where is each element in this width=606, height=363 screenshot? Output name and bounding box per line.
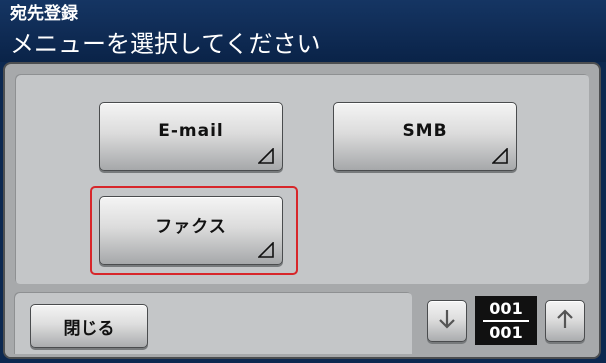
page-counter: 001 001 [475, 296, 537, 345]
arrow-down-icon [437, 308, 457, 334]
footer-bar: 閉じる 001 001 [5, 288, 599, 357]
screen-subtitle: 宛先登録 [10, 4, 78, 24]
email-button-label: E-mail [158, 120, 224, 141]
fax-button[interactable]: ファクス [99, 196, 283, 265]
page-divider [483, 319, 529, 322]
page-current: 001 [489, 298, 523, 318]
footer-tab: 閉じる [14, 292, 412, 354]
main-panel: E-mail SMB ファクス 閉じる 001 001 [3, 62, 601, 359]
close-button[interactable]: 閉じる [30, 304, 148, 348]
email-button[interactable]: E-mail [99, 102, 283, 171]
arrow-up-icon [555, 308, 575, 334]
screen-title: メニューを選択してください [10, 30, 321, 58]
page-total: 001 [489, 322, 523, 342]
smb-button-label: SMB [402, 120, 448, 141]
menu-area: E-mail SMB ファクス [15, 74, 589, 284]
fax-button-label: ファクス [155, 217, 227, 237]
smb-button[interactable]: SMB [333, 102, 517, 171]
page-up-button[interactable] [545, 300, 585, 342]
title-bar: 宛先登録 メニューを選択してください [0, 0, 606, 62]
page-down-button[interactable] [427, 300, 467, 342]
